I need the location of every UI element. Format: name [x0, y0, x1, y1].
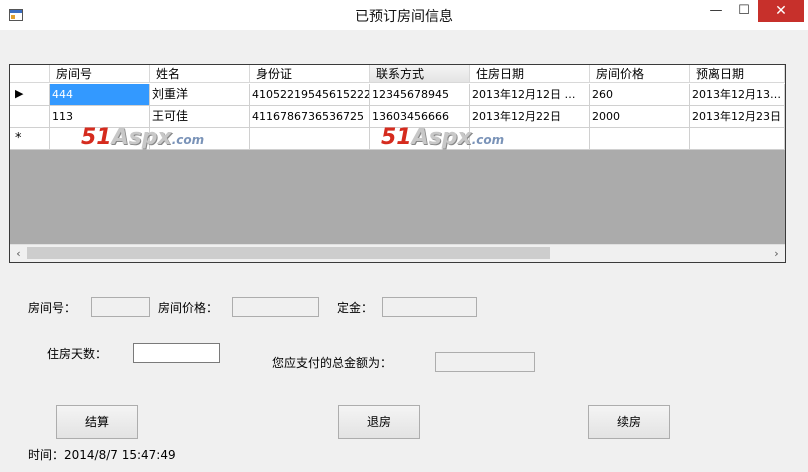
cell-contact[interactable]: 12345678945 [370, 84, 470, 106]
cell-checkout-date[interactable]: 2013年12月13… [690, 84, 785, 106]
cell-room-price[interactable]: 2000 [590, 106, 690, 128]
new-cell-id-card[interactable] [250, 128, 370, 150]
column-header-room-number[interactable]: 房间号 [50, 65, 150, 83]
status-time: 时间：2014/8/7 15:47:49 [28, 448, 176, 462]
cell-checkout-date[interactable]: 2013年12月23日 [690, 106, 785, 128]
scroll-left-icon[interactable]: ‹ [10, 245, 27, 262]
reservations-grid[interactable]: 房间号 姓名 身份证 联系方式 住房日期 房间价格 预离日期 ▶ 444 刘重洋… [9, 64, 786, 263]
title-bar: 已预订房间信息 — ☐ ✕ [0, 0, 808, 30]
total-amount-field[interactable] [435, 352, 535, 372]
column-header-name[interactable]: 姓名 [150, 65, 250, 83]
column-header-contact[interactable]: 联系方式 [370, 65, 470, 83]
room-price-field[interactable] [232, 297, 319, 317]
column-header-checkout-date[interactable]: 预离日期 [690, 65, 785, 83]
deposit-field[interactable] [382, 297, 477, 317]
watermark-logo: 51Aspx.com [381, 125, 505, 150]
column-header-room-price[interactable]: 房间价格 [590, 65, 690, 83]
row-header[interactable]: * [10, 128, 50, 150]
cell-room-number[interactable]: 444 [50, 84, 150, 106]
cell-id-card[interactable]: 410522195456152221 [250, 84, 370, 106]
room-price-label: 房间价格： [158, 301, 219, 315]
grid-corner-header[interactable] [10, 65, 50, 83]
renew-room-button[interactable]: 续房 [588, 405, 670, 439]
cell-name[interactable]: 刘重洋 [150, 84, 250, 106]
total-amount-label: 您应支付的总金额为： [272, 356, 393, 370]
stay-days-label: 住房天数： [47, 347, 108, 361]
window-title: 已预订房间信息 [355, 9, 453, 25]
maximize-button[interactable]: ☐ [730, 0, 758, 22]
room-number-field[interactable] [91, 297, 150, 317]
new-cell-checkout-date[interactable] [690, 128, 785, 150]
minimize-button[interactable]: — [702, 0, 730, 22]
column-header-checkin-date[interactable]: 住房日期 [470, 65, 590, 83]
row-header[interactable]: ▶ [10, 84, 50, 106]
cell-id-card[interactable]: 4116786736536725 [250, 106, 370, 128]
checkout-button[interactable]: 结算 [56, 405, 138, 439]
room-number-label: 房间号： [28, 301, 77, 315]
stay-days-input[interactable] [133, 343, 220, 363]
scroll-right-icon[interactable]: › [768, 245, 785, 262]
deposit-label: 定金： [337, 301, 374, 315]
table-row[interactable]: ▶ 444 刘重洋 410522195456152221 12345678945… [10, 84, 785, 106]
new-cell-room-price[interactable] [590, 128, 690, 150]
new-row-icon: * [15, 131, 22, 146]
cell-room-price[interactable]: 260 [590, 84, 690, 106]
column-header-id-card[interactable]: 身份证 [250, 65, 370, 83]
current-row-icon: ▶ [15, 87, 24, 100]
cell-checkin-date[interactable]: 2013年12月12日 … [470, 84, 590, 106]
watermark-logo: 51Aspx.com [81, 125, 205, 150]
leave-room-button[interactable]: 退房 [338, 405, 420, 439]
horizontal-scrollbar[interactable]: ‹ › [10, 244, 785, 262]
close-button[interactable]: ✕ [758, 0, 804, 22]
row-header[interactable] [10, 106, 50, 128]
grid-header: 房间号 姓名 身份证 联系方式 住房日期 房间价格 预离日期 [10, 65, 785, 84]
scrollbar-thumb[interactable] [27, 247, 550, 259]
